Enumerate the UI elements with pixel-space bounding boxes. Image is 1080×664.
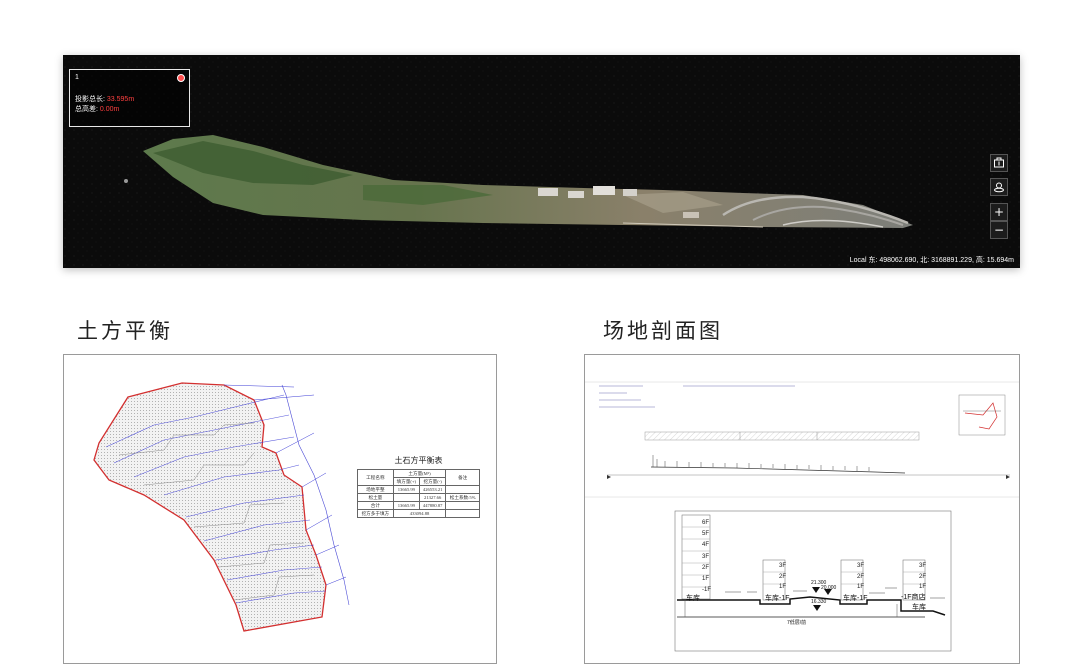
header-fill: 填方量(+) [392, 477, 420, 486]
zoom-in-button[interactable]: + [990, 203, 1008, 221]
building-d-floor-labels: 3F 2F 1F [919, 563, 927, 590]
header-cut: 挖方量(-) [418, 477, 447, 486]
table-header-row: 工程名称 土方量(M³) 备注 [357, 469, 480, 486]
point-cloud-model[interactable] [63, 55, 1020, 268]
garage-label-main: 车库 [686, 595, 700, 602]
elevation-label-3: 16.330 [811, 599, 827, 605]
ground-label: 7低层/前 [787, 620, 807, 626]
building-c-floor-labels: 3F 2F 1F [857, 563, 865, 590]
site-section-drawing[interactable]: 6F 5F 4F 3F 2F 1F -1F 3F 2F 1F 3F 2F 1F … [584, 354, 1020, 664]
measurement-index: 1 [75, 74, 79, 81]
site-section-title: 场地剖面图 [603, 319, 723, 343]
header-note: 备注 [445, 469, 480, 486]
garage-label-c: 车库-1F [843, 595, 868, 602]
site-boundary [93, 382, 327, 632]
table-title: 土石方平衡表 [394, 456, 443, 465]
shop-label-d: -1F商店 [901, 594, 926, 601]
earthwork-balance-table: 土石方平衡表 工程名称 土方量(M³) 备注 填方量(+) 挖方量(-) 场地平… [357, 455, 480, 518]
locate-button[interactable] [990, 178, 1008, 196]
header-volume: 土方量(M³) [392, 469, 447, 478]
record-dot-icon[interactable] [177, 74, 185, 82]
coordinate-readout: Local 东: 498062.690, 北: 3168891.229, 高: … [849, 257, 1014, 264]
garage-label-d: 车库 [912, 604, 926, 611]
building-b-floor-labels: 3F 2F 1F [779, 563, 787, 590]
projected-length-row: 投影总长: 33.595m [75, 96, 135, 103]
table-row: 挖方多于填方 433094.88 [357, 509, 480, 518]
table-row: 场地平整 13665.99 426553.21 [357, 485, 480, 494]
zoom-out-button[interactable]: − [990, 221, 1008, 239]
balance-grid: 工程名称 土方量(M³) 备注 填方量(+) 挖方量(-) 场地平整 13665… [357, 469, 480, 518]
height-diff-value: 0.00m [99, 106, 120, 113]
table-row: 合计 13665.99 447880.87 [357, 501, 480, 510]
compare-button[interactable] [990, 154, 1008, 172]
tower-floor-labels: 6F 5F 4F 3F 2F 1F -1F [702, 520, 711, 594]
height-diff-row: 总高差: 0.00m [75, 106, 120, 113]
table-row: 松土量 21327.66 松土系数:5% [357, 493, 480, 502]
earthwork-balance-title: 土方平衡 [77, 319, 173, 343]
location-icon [994, 182, 1004, 193]
garage-label-b: 车库-1F [765, 595, 790, 602]
header-item: 工程名称 [357, 469, 394, 486]
projected-length-value: 33.595m [106, 96, 135, 103]
elevation-label-2: 20.000 [821, 585, 837, 591]
3d-viewer[interactable]: 1 投影总长: 33.595m 总高差: 0.00m + − Local 东: … [63, 55, 1020, 268]
section-drawing-canvas [585, 381, 1019, 652]
earthwork-balance-drawing[interactable]: 土石方平衡表 工程名称 土方量(M³) 备注 填方量(+) 挖方量(-) 场地平… [63, 354, 497, 664]
compare-icon [994, 157, 1004, 168]
measurement-panel: 1 投影总长: 33.595m 总高差: 0.00m [69, 69, 190, 127]
